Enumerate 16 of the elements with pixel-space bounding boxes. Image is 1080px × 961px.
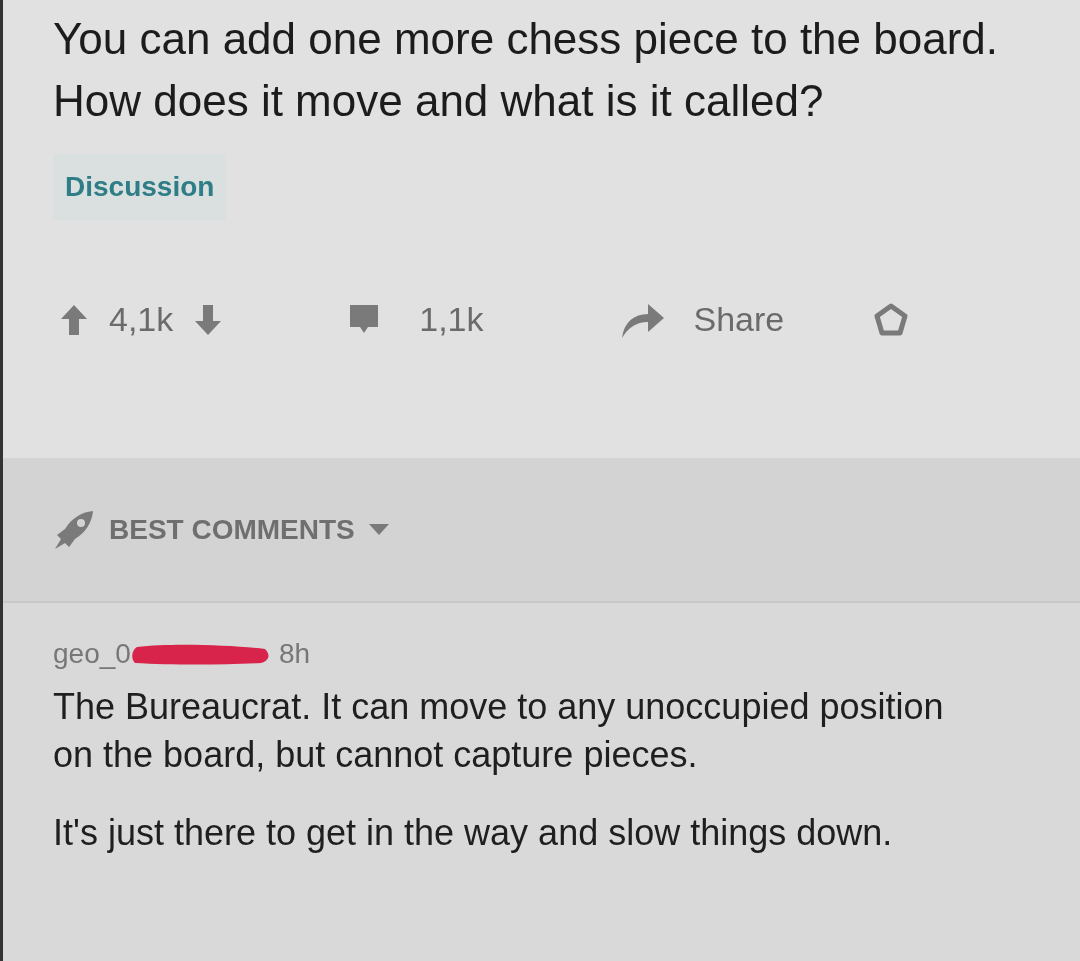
rocket-icon — [53, 508, 95, 551]
share-arrow-icon[interactable] — [619, 301, 664, 338]
comment-paragraph: It's just there to get in the way and slow things down. — [53, 811, 894, 855]
downvote-icon[interactable] — [195, 304, 222, 335]
share-link[interactable]: Share — [693, 294, 785, 345]
score-count: 4,1k — [109, 299, 174, 340]
award-icon[interactable] — [874, 302, 909, 337]
comment-time: 8h — [278, 637, 311, 671]
upvote-icon[interactable] — [61, 304, 87, 335]
caret-down-icon[interactable] — [368, 523, 389, 536]
comment-count: 1,1k — [419, 299, 484, 340]
comment-paragraph: The Bureaucrat. It can move to any unoccupied position on the board, but cannot capture pieces. — [53, 685, 945, 777]
flair-tag: Discussion — [53, 154, 227, 220]
sort-label[interactable]: BEST COMMENTS — [109, 508, 355, 551]
post-title: You can add one more chess piece to the board. How does it move and what is it called? — [53, 13, 1000, 127]
comment-author[interactable]: geo_0 — [53, 633, 131, 675]
